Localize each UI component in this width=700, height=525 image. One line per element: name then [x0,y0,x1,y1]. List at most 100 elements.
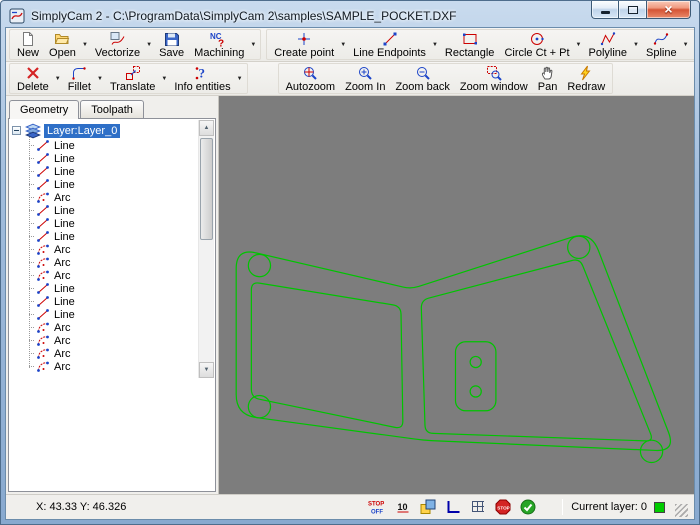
tree-item-arc[interactable]: Arc [9,256,215,269]
zoom-in-button[interactable]: Zoom In [340,63,390,95]
tree-item-line[interactable]: Line [9,230,215,243]
vectorize-dropdown-icon[interactable] [145,42,154,48]
zoom-back-button[interactable]: Zoom back [390,63,454,95]
decimal-10-icon[interactable]: 10 [393,499,413,515]
open-dropdown-icon[interactable] [81,42,90,48]
translate-label: Translate [109,80,156,93]
spline-dropdown-icon[interactable] [682,42,691,48]
arc-entity-icon [36,269,50,282]
app-icon [9,8,25,24]
close-button[interactable] [647,1,691,19]
tree-item-arc[interactable]: Arc [9,243,215,256]
tree-item-label: Line [54,230,75,243]
delete-dropdown-icon[interactable] [54,76,63,82]
tab-geometry[interactable]: Geometry [9,100,80,119]
left-panel: Geometry Toolpath Layer:Layer_0 Line Line… [6,96,219,494]
create-point-dropdown-icon[interactable] [339,42,348,48]
zoom-back-icon [415,65,431,81]
info-entities-button[interactable]: ? Info entities [169,63,235,95]
drawing-canvas[interactable] [219,96,694,494]
ok-icon[interactable] [518,499,538,515]
vectorize-button[interactable]: Vectorize [90,29,145,61]
scrollbar-thumb[interactable] [200,138,213,240]
titlebar[interactable]: SimplyCam 2 - C:\ProgramData\SimplyCam 2… [1,1,699,27]
minimize-button[interactable] [591,1,619,19]
layer-manager-icon[interactable] [418,499,438,515]
create-point-button[interactable]: Create point [269,29,339,61]
zoom-window-button[interactable]: Zoom window [455,63,533,95]
fillet-label: Fillet [67,80,91,93]
machining-nc-icon: NC? [210,31,228,47]
tab-toolpath[interactable]: Toolpath [80,100,144,118]
redraw-label: Redraw [567,80,606,93]
collapse-expander-icon[interactable] [12,126,21,135]
fillet-dropdown-icon[interactable] [96,76,105,82]
vectorize-label: Vectorize [94,46,141,59]
info-entities-label: Info entities [174,80,231,93]
tree-item-arc[interactable]: Arc [9,347,215,360]
tree-item-line[interactable]: Line [9,282,215,295]
new-button[interactable]: New [12,29,44,61]
tree-item-line[interactable]: Line [9,295,215,308]
scroll-up-icon[interactable] [199,120,214,136]
truetype-button[interactable]: AbcTrueType [691,29,694,61]
toolbar-item: Circle Ct + Pt [499,30,583,59]
tree-item-arc[interactable]: Arc [9,321,215,334]
line-endpoints-button[interactable]: Line Endpoints [348,29,431,61]
tree-item-layer[interactable]: Layer:Layer_0 [9,122,215,139]
tree-item-label: Line [54,165,75,178]
delete-button[interactable]: Delete [12,63,54,95]
stop-off-icon[interactable]: STOP OFF [368,499,388,516]
circle-ct-pt-dropdown-icon[interactable] [575,42,584,48]
scroll-down-icon[interactable] [199,362,214,378]
svg-text:?: ? [199,65,206,80]
tree-scrollbar[interactable] [198,120,214,378]
tree-item-line[interactable]: Line [9,178,215,191]
open-button[interactable]: Open [44,29,81,61]
ortho-icon[interactable] [443,499,463,515]
line-endpoints-dropdown-icon[interactable] [431,42,440,48]
polyline-icon [600,31,616,47]
stop-icon[interactable]: STOP [493,499,513,515]
current-layer-color[interactable] [654,501,665,513]
tree-item-line[interactable]: Line [9,165,215,178]
info-entities-dropdown-icon[interactable] [236,76,245,82]
scrollbar-track[interactable] [199,136,214,362]
toolbar-file-draw: New Open Vectorize Save NC?Machining Create p… [6,28,694,62]
line-endpoints-label: Line Endpoints [353,46,426,59]
arc-entity-icon [36,347,50,360]
autozoom-button[interactable]: Autozoom [281,63,341,95]
spline-button[interactable]: Spline [641,29,682,61]
open-label: Open [49,46,76,59]
translate-dropdown-icon[interactable] [160,76,169,82]
fillet-button[interactable]: Fillet [63,63,96,95]
translate-button[interactable]: Translate [105,63,160,95]
tree-item-line[interactable]: Line [9,152,215,165]
rectangle-button[interactable]: Rectangle [440,29,500,61]
tree-item-arc[interactable]: Arc [9,360,215,373]
arc-entity-icon [36,191,50,204]
pan-button[interactable]: Pan [533,63,563,95]
tree-item-line[interactable]: Line [9,217,215,230]
tree-item-arc[interactable]: Arc [9,191,215,204]
tree-item-arc[interactable]: Arc [9,269,215,282]
tree-item-line[interactable]: Line [9,204,215,217]
save-button[interactable]: Save [154,29,189,61]
machining-dropdown-icon[interactable] [249,42,258,48]
tree-children: Line Line Line Line Arc Line Line Line Arc Arc Arc… [9,137,215,373]
redraw-button[interactable]: Redraw [562,63,610,95]
machining-button[interactable]: NC? Machining [189,29,249,61]
line-entity-icon [36,282,50,295]
polyline-dropdown-icon[interactable] [632,42,641,48]
zoom-in-label: Zoom In [345,80,386,93]
circle-ct-pt-button[interactable]: Circle Ct + Pt [499,29,574,61]
tree-item-line[interactable]: Line [9,308,215,321]
grid-icon[interactable] [468,499,488,515]
delete-label: Delete [17,80,49,93]
tree-item-line[interactable]: Line [9,139,215,152]
toolbar-item: Zoom back [390,64,454,93]
resize-grip[interactable] [675,504,688,517]
maximize-button[interactable] [619,1,647,19]
tree-item-arc[interactable]: Arc [9,334,215,347]
polyline-button[interactable]: Polyline [584,29,633,61]
